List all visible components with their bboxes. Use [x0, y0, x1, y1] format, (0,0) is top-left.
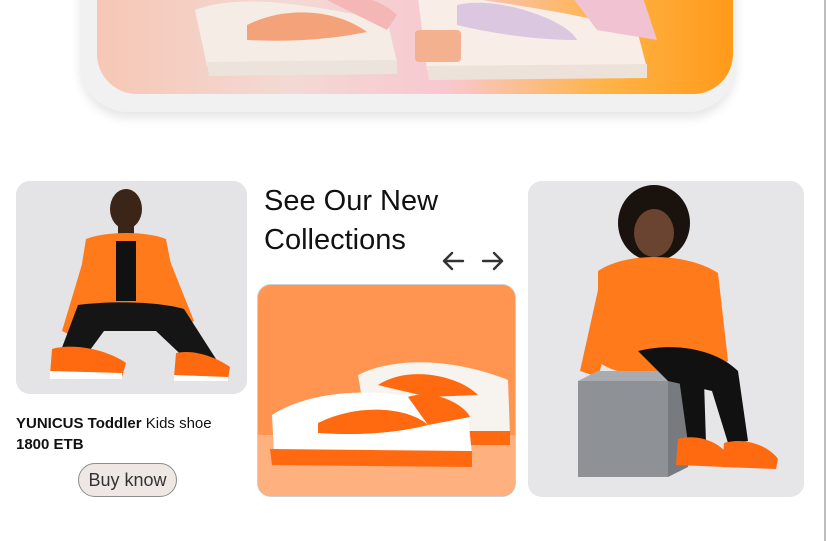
- product-price: 1800 ETB: [16, 436, 84, 453]
- featured-product-image[interactable]: [16, 181, 247, 394]
- product-name-rest: Kids shoe: [141, 415, 212, 432]
- collection-image-hoodie-model[interactable]: [528, 181, 804, 497]
- carousel-next-button[interactable]: [478, 246, 508, 276]
- buy-button[interactable]: Buy know: [78, 463, 177, 497]
- collection-image-sneaker[interactable]: [257, 284, 516, 497]
- product-name-bold: YUNICUS Toddler: [16, 415, 142, 432]
- section-title: See Our New Collections: [264, 185, 439, 256]
- hero-sneakers-image: [97, 0, 733, 94]
- arrow-right-icon: [481, 251, 504, 271]
- product-name: YUNICUS Toddler Kids shoe: [16, 415, 212, 432]
- carousel-prev-button[interactable]: [438, 246, 468, 276]
- arrow-left-icon: [442, 251, 465, 271]
